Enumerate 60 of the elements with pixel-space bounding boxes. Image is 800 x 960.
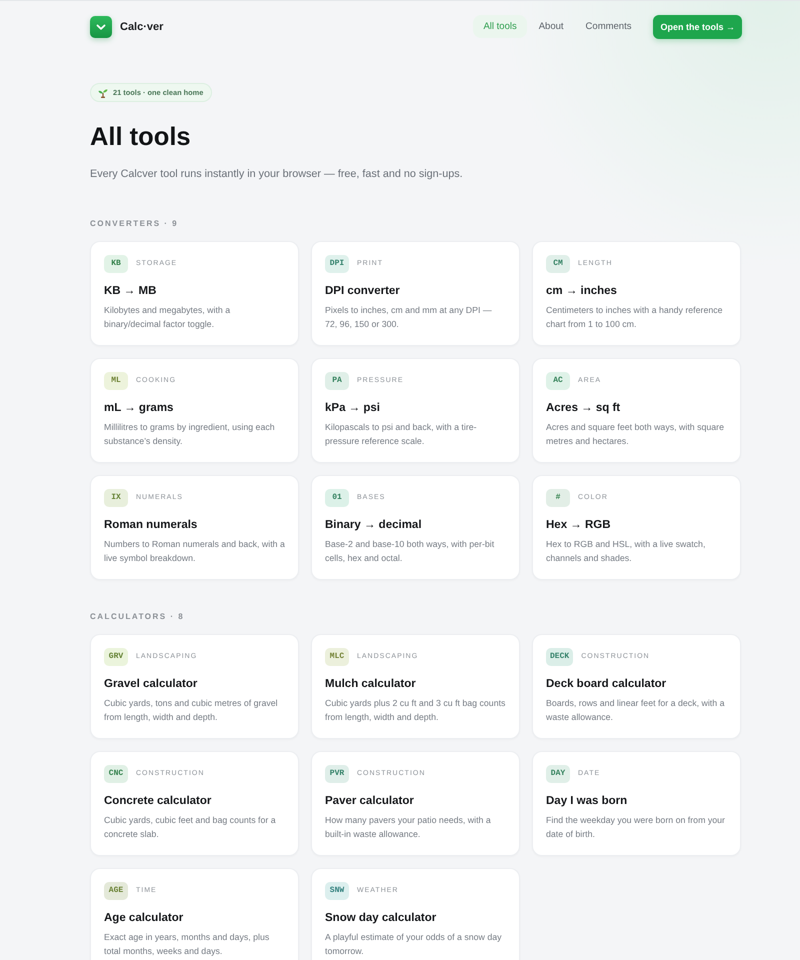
card-title: Acres → sq ft [546,400,622,416]
code-tag: 01 [325,488,349,506]
card-description: Millilitres to grams by ingredient, using each substance’s density. [104,420,276,448]
code-tag: CNC [104,764,128,782]
page-title: All tools [90,122,192,152]
card-title: Paver calculator [325,794,415,808]
code-tag: AC [546,372,570,390]
sprout-icon [98,88,108,98]
card-title: KB → MB [104,284,158,298]
code-tag: GRV [104,648,128,666]
code-tag: PVR [325,764,349,782]
card-title: cm → inches [546,284,618,298]
card-description: A playful estimate of your odds of a snow day tomorrow. [325,930,503,958]
card-description: Cubic yards, cubic feet and bag counts for a concrete slab. [104,814,277,840]
card-description: Kilobytes and megabytes, with a binary/decimal factor toggle. [104,304,232,330]
card-title: Deck board calculator [546,676,668,692]
code-tag: SNW [325,882,349,900]
card-title: mL → grams [104,400,174,416]
brand-name[interactable]: Calc·ver [120,20,164,32]
section-heading: CONVERTERS · 9 [90,218,180,230]
card-description: Centimeters to inches with a handy reference chart from 1 to 100 cm. [546,304,724,330]
code-tag: MLC [325,648,349,666]
card-description: Kilopascals to psi and back, with a tire-pressure reference scale. [325,420,478,448]
card-title: Snow day calculator [325,910,438,926]
card-description: How many pavers your patio needs, with a built-in waste allowance. [325,814,492,840]
code-tag: KB [104,254,128,272]
card-title: Concrete calculator [104,794,212,808]
card-title: Roman numerals [104,518,198,532]
card-title: Gravel calculator [104,676,198,692]
card-title: DPI converter [325,284,401,298]
card-title: kPa → psi [325,400,381,416]
page-subtitle: Every Calcver tool runs instantly in your browser — free, fast and no sign-ups. [90,166,464,180]
code-tag: AGE [104,882,128,900]
logo-icon [90,16,112,38]
card-title: Binary → decimal [325,518,423,532]
card-description: Pixels to inches, cm and mm at any DPI — 72, 96, 150 or 300. [325,304,493,330]
code-tag: DECK [546,648,574,666]
code-tag: DPI [325,254,349,272]
card-description: Exact age in years, months and days, plus total months, weeks and days. [104,930,270,958]
nav-link[interactable]: Comments [576,15,642,38]
nav-link[interactable]: About [528,15,574,38]
code-tag: CM [546,254,570,272]
code-tag: ML [104,372,128,390]
card-description: Base-2 and base-10 both ways, with per-bit cells, hex and octal. [325,538,496,564]
code-tag: IX [104,488,128,506]
card-description: Acres and square feet both ways, with square metres and hectares. [546,420,725,448]
card-description: Numbers to Roman numerals and back, with a live symbol breakdown. [104,538,285,564]
card-title: Mulch calculator [325,676,417,692]
section-heading: CALCULATORS · 8 [90,610,186,622]
card-description: Cubic yards, tons and cubic metres of gravel from length, width and depth. [104,696,279,724]
card-title: Hex → RGB [546,518,612,532]
code-tag: PA [325,372,349,390]
code-tag: DAY [546,764,570,782]
card-description: Hex to RGB and HSL, with a live swatch, channels and shades. [546,538,706,564]
card-title: Day I was born [546,794,628,808]
card-description: Cubic yards plus 2 cu ft and 3 cu ft bag counts from length, width and depth. [325,696,506,724]
card-title: Age calculator [104,910,184,926]
card-description: Boards, rows and linear feet for a deck, with a waste allowance. [546,696,726,724]
card-description: Find the weekday you were born on from your date of birth. [546,814,726,840]
code-tag: # [546,488,570,506]
